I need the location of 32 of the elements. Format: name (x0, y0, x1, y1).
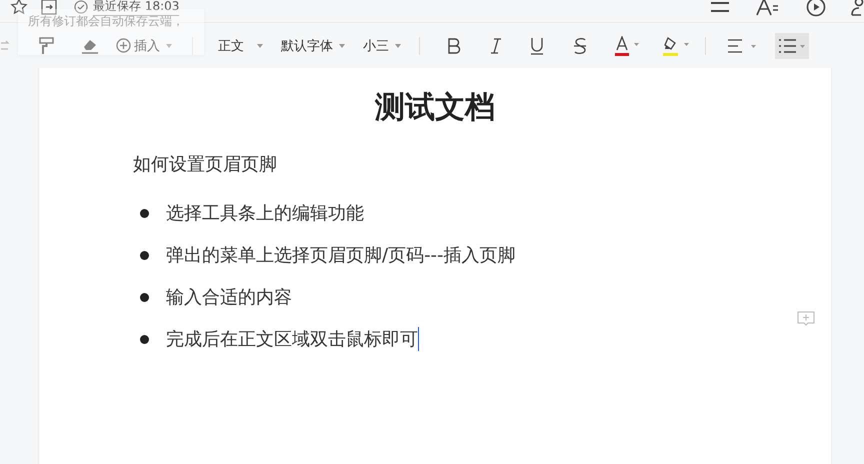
font-size-icon[interactable] (756, 0, 780, 16)
play-icon[interactable] (806, 0, 826, 17)
font-color-icon[interactable] (615, 36, 639, 56)
bullet-dot-icon (140, 334, 149, 344)
export-icon[interactable] (41, 0, 57, 15)
tooltip-text: 所有修订都会自动保存云端， (28, 13, 184, 30)
italic-icon[interactable] (490, 38, 502, 54)
list-item-text: 输入合适的内容 (166, 286, 292, 309)
bullet-dot-icon (140, 208, 149, 218)
save-status[interactable]: 最近保存 18:03 (93, 0, 180, 16)
font-dropdown[interactable]: 默认字体 (281, 36, 345, 54)
paragraph-style-dropdown[interactable]: 正文 (218, 36, 263, 54)
bullet-dot-icon (140, 250, 149, 260)
underline-icon[interactable] (530, 36, 544, 54)
paragraph-text: 如何设置页眉页脚 (133, 153, 278, 177)
document-title: 测试文档 (374, 89, 496, 127)
list-item-text: 完成后在正文区域双击鼠标即可 (166, 328, 418, 351)
star-icon[interactable] (10, 0, 28, 16)
check-circle-icon (74, 0, 88, 14)
font-size-dropdown[interactable]: 小三 (363, 36, 401, 54)
bold-icon[interactable] (447, 38, 461, 54)
bullet-dot-icon (140, 292, 149, 302)
format-painter-icon[interactable] (39, 36, 55, 54)
insert-button[interactable]: 插入 (116, 36, 172, 54)
list-item-text: 选择工具条上的编辑功能 (166, 202, 364, 225)
highlighter-icon[interactable] (663, 36, 689, 56)
bullet-list-button[interactable] (775, 32, 809, 58)
plus-circle-icon (116, 38, 131, 53)
strikethrough-icon[interactable] (573, 36, 587, 54)
align-icon[interactable] (727, 38, 757, 52)
list-item-text: 弹出的菜单上选择页眉页脚/页码---插入页脚 (166, 244, 516, 267)
menu-icon[interactable] (710, 0, 730, 14)
